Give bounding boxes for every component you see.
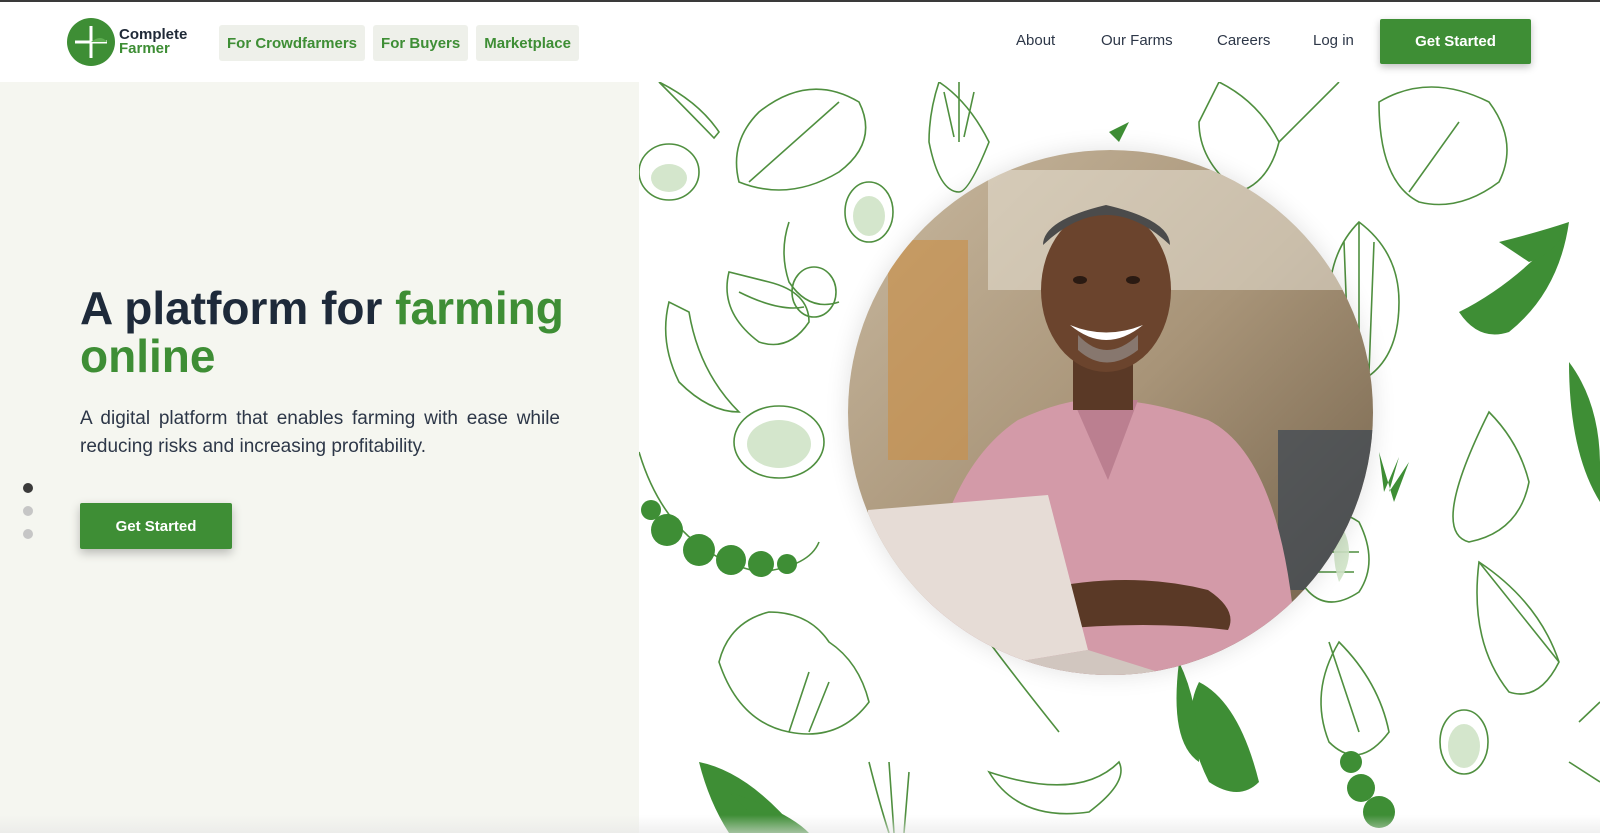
nav-link-about[interactable]: About [1016,32,1055,49]
nav-pill-buyers[interactable]: For Buyers [373,25,469,61]
hero-text-panel: A platform for farming online A digital … [0,82,639,833]
primary-nav: For Crowdfarmers For Buyers Marketplace [219,25,579,61]
hero-get-started-button[interactable]: Get Started [80,503,232,549]
slide-indicator [23,483,33,552]
page-bottom-shadow [0,815,1600,833]
brand-name-bottom: Farmer [119,40,170,57]
hero-title-accent-2: online [80,330,216,382]
complete-farmer-logo-icon [67,18,115,66]
hero-title: A platform for farming online [80,284,600,380]
nav-pill-marketplace[interactable]: Marketplace [476,25,579,61]
slide-dot-2[interactable] [23,506,33,516]
site-header: Complete Farmer For Crowdfarmers For Buy… [0,2,1600,82]
farmer-portrait-photo [848,150,1373,675]
hero-title-accent: farming [395,282,564,334]
hero-subtitle: A digital platform that enables farming … [80,408,560,457]
nav-link-careers[interactable]: Careers [1217,32,1270,49]
nav-pill-crowdfarmers[interactable]: For Crowdfarmers [219,25,366,61]
brand-logo[interactable]: Complete Farmer [67,18,187,66]
nav-link-login[interactable]: Log in [1313,32,1354,49]
smiling-man-with-laptop-image [848,150,1373,675]
hero-illustration-panel [639,82,1600,833]
hero-title-text: A platform for [80,282,396,334]
nav-link-our-farms[interactable]: Our Farms [1101,32,1173,49]
slide-dot-3[interactable] [23,529,33,539]
slide-dot-1[interactable] [23,483,33,493]
header-get-started-button[interactable]: Get Started [1380,19,1531,64]
